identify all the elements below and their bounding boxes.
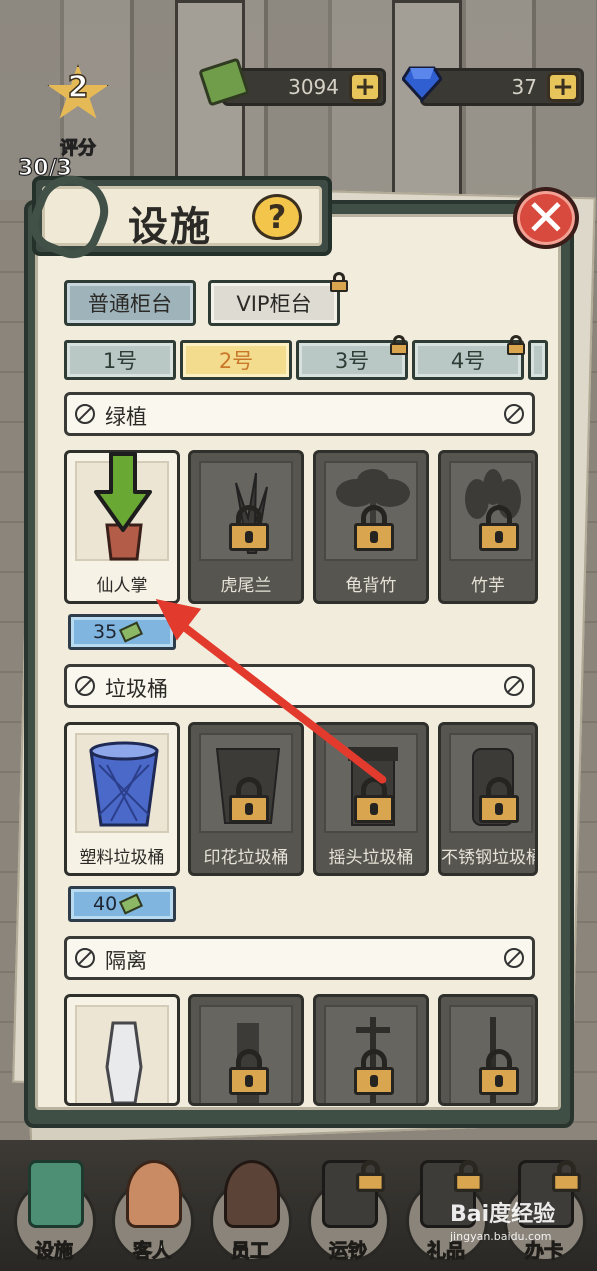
toolbar-customers-button[interactable]: 客人: [106, 1160, 198, 1268]
item-name: 龟背竹: [345, 576, 397, 596]
close-button[interactable]: ✕: [513, 187, 579, 249]
toolbar-label: 设施: [34, 1240, 73, 1263]
tab-counter-2[interactable]: 2号: [180, 340, 292, 380]
lock-icon: [354, 1049, 394, 1095]
lock-icon: [479, 777, 519, 823]
lock-icon: [356, 1160, 385, 1192]
category-title: 垃圾桶: [105, 677, 168, 701]
lock-icon: [454, 1160, 483, 1192]
prohibit-icon: [75, 676, 95, 696]
item-name: 不锈钢垃圾桶: [441, 848, 538, 868]
lock-icon: [354, 777, 394, 823]
add-gem-button[interactable]: +: [547, 72, 579, 102]
atm-icon: [28, 1160, 84, 1228]
plastic-bin-icon: [89, 741, 159, 827]
item-card-barrier-3[interactable]: [438, 994, 538, 1106]
gem-value: 37: [511, 75, 537, 99]
item-name: 摇头垃圾桶: [328, 848, 414, 868]
item-card-divider-post[interactable]: [64, 994, 180, 1106]
rank-number: 2: [67, 69, 89, 106]
customer-icon: [126, 1160, 182, 1228]
prohibit-icon[interactable]: [504, 948, 524, 968]
item-card-plastic-bin[interactable]: 塑料垃圾桶: [64, 722, 180, 876]
price-value: 40: [93, 893, 118, 915]
item-card-calathea[interactable]: 竹芋: [438, 450, 538, 604]
toolbar-label: 客人: [132, 1240, 171, 1263]
toolbar-label: 员工: [230, 1240, 269, 1263]
item-name: 虎尾兰: [220, 576, 272, 596]
prohibit-icon: [75, 404, 95, 424]
category-title: 隔离: [105, 949, 147, 973]
add-cash-button[interactable]: +: [349, 72, 381, 102]
price-tag-plastic-bin: 40: [68, 886, 176, 922]
prohibit-icon[interactable]: [504, 676, 524, 696]
item-card-monstera[interactable]: 龟背竹: [313, 450, 429, 604]
prohibit-icon: [75, 948, 95, 968]
item-card-snake-plant[interactable]: 虎尾兰: [188, 450, 304, 604]
tab-counter-more[interactable]: [528, 340, 548, 380]
lock-icon: [229, 777, 269, 823]
item-card-barrier-1[interactable]: [188, 994, 304, 1106]
prohibit-icon[interactable]: [504, 404, 524, 424]
category-header-plants[interactable]: 绿植: [64, 392, 535, 436]
cash-icon: [119, 621, 144, 643]
help-button[interactable]: ?: [252, 194, 302, 240]
gem-counter: 37 +: [420, 68, 584, 106]
category-header-trash-bins[interactable]: 垃圾桶: [64, 664, 535, 708]
item-card-steel-bin[interactable]: 不锈钢垃圾桶: [438, 722, 538, 876]
toolbar-facilities-button[interactable]: 设施: [8, 1160, 100, 1268]
tab-regular-counter[interactable]: 普通柜台: [64, 280, 196, 326]
lock-icon: [330, 272, 348, 292]
toolbar-label: 运钞: [328, 1240, 367, 1263]
toolbar-staff-button[interactable]: 员工: [204, 1160, 296, 1268]
lock-icon: [479, 1049, 519, 1095]
lock-icon: [552, 1160, 581, 1192]
watermark-brand: Bai度经验: [450, 1202, 556, 1227]
staff-icon: [224, 1160, 280, 1228]
lock-icon: [390, 335, 408, 355]
category-title: 绿植: [105, 405, 147, 429]
item-card-printed-bin[interactable]: 印花垃圾桶: [188, 722, 304, 876]
baidu-watermark: Bai度经验 jingyan.baidu.com: [450, 1196, 590, 1266]
watermark-url: jingyan.baidu.com: [450, 1230, 552, 1243]
item-name: 竹芋: [471, 576, 505, 596]
cash-icon: [119, 893, 144, 915]
tab-vip-counter[interactable]: VIP柜台: [208, 280, 340, 326]
lock-icon: [479, 505, 519, 551]
diamond-icon: [402, 66, 442, 102]
rank-badge[interactable]: 2 评分 30/3: [12, 58, 132, 188]
green-down-arrow-icon: [94, 452, 152, 532]
category-header-barriers[interactable]: 隔离: [64, 936, 535, 980]
lock-icon: [229, 1049, 269, 1095]
item-name: 印花垃圾桶: [203, 848, 289, 868]
panel-title: 设施: [128, 204, 212, 250]
tab-counter-1[interactable]: 1号: [64, 340, 176, 380]
lock-icon: [229, 505, 269, 551]
price-value: 35: [93, 621, 118, 643]
item-card-barrier-2[interactable]: [313, 994, 429, 1106]
lock-icon: [354, 505, 394, 551]
cash-value: 3094: [288, 75, 339, 99]
divider-post-icon: [105, 1021, 143, 1103]
toolbar-cash-transport-button[interactable]: 运钞: [302, 1160, 394, 1268]
lock-icon: [507, 335, 525, 355]
item-name: 塑料垃圾桶: [79, 848, 165, 868]
